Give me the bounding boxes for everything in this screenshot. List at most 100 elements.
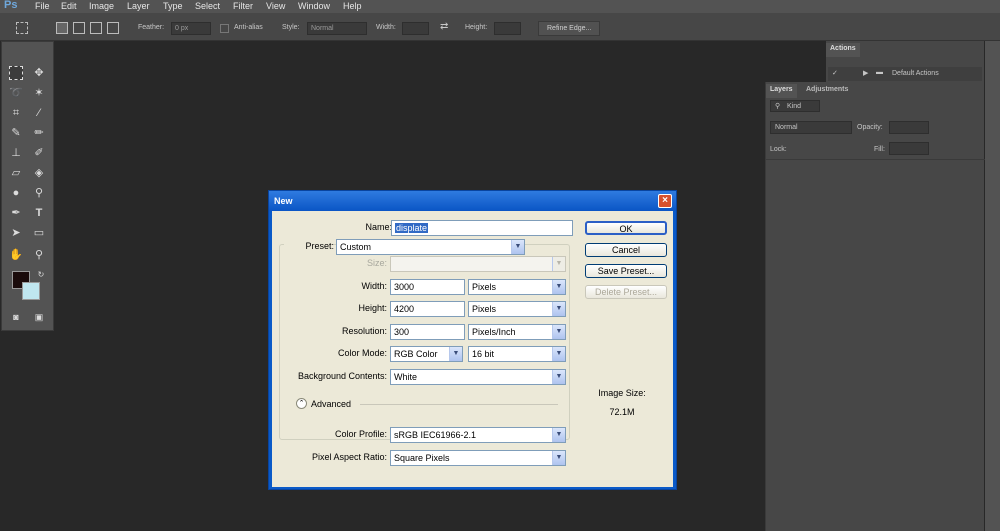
advanced-toggle-icon[interactable]: ⌃ bbox=[296, 398, 307, 409]
eyedropper-tool-icon[interactable]: ⁄ bbox=[32, 106, 46, 120]
tab-actions[interactable]: Actions bbox=[826, 43, 860, 57]
preset-label: Preset: bbox=[284, 241, 334, 251]
intersect-selection-icon[interactable] bbox=[107, 22, 119, 34]
new-selection-icon[interactable] bbox=[56, 22, 68, 34]
brush-tool-icon[interactable]: ✏ bbox=[32, 126, 46, 140]
search-icon: ⚲ bbox=[775, 103, 781, 110]
image-size-label: Image Size: bbox=[598, 388, 646, 398]
blend-mode-select[interactable]: Normal bbox=[770, 121, 852, 134]
clone-stamp-tool-icon[interactable]: ⊥ bbox=[9, 146, 23, 160]
menu-window[interactable]: Window bbox=[298, 1, 330, 11]
tab-layers[interactable]: Layers bbox=[766, 84, 797, 98]
bit-depth-select[interactable]: 16 bit ▼ bbox=[468, 346, 566, 362]
preset-select[interactable]: Custom ▼ bbox=[336, 239, 525, 255]
menu-edit[interactable]: Edit bbox=[61, 1, 77, 11]
refine-edge-button[interactable]: Refine Edge... bbox=[538, 21, 601, 36]
menu-help[interactable]: Help bbox=[343, 1, 362, 11]
expand-arrow-icon[interactable]: ▶ bbox=[863, 69, 868, 77]
style-label: Style: bbox=[282, 24, 300, 31]
menu-bar: Ps File Edit Image Layer Type Select Fil… bbox=[0, 0, 1000, 13]
swap-icon[interactable]: ⇄ bbox=[440, 21, 448, 32]
menu-view[interactable]: View bbox=[266, 1, 285, 11]
screen-mode-icon[interactable]: ▣ bbox=[32, 310, 46, 324]
height-label: Height: bbox=[358, 303, 387, 313]
pen-tool-icon[interactable]: ✒ bbox=[9, 206, 23, 220]
color-mode-value: RGB Color bbox=[394, 349, 438, 359]
resolution-unit-select[interactable]: Pixels/Inch ▼ bbox=[468, 324, 566, 340]
marquee-tool-icon[interactable] bbox=[16, 22, 28, 34]
height-input[interactable] bbox=[494, 22, 521, 35]
height-unit-select[interactable]: Pixels ▼ bbox=[468, 301, 566, 317]
cancel-button[interactable]: Cancel bbox=[585, 243, 667, 257]
magic-wand-tool-icon[interactable]: ✶ bbox=[32, 86, 46, 100]
hand-tool-icon[interactable]: ✋ bbox=[9, 248, 23, 262]
fill-input[interactable] bbox=[889, 142, 929, 155]
color-mode-label: Color Mode: bbox=[337, 348, 387, 358]
blur-tool-icon[interactable]: ● bbox=[9, 186, 23, 200]
width-label: Width: bbox=[361, 281, 387, 291]
quick-mask-icon[interactable]: ◙ bbox=[9, 310, 23, 324]
opacity-input[interactable] bbox=[889, 121, 929, 134]
pixel-aspect-ratio-select[interactable]: Square Pixels ▼ bbox=[390, 450, 566, 466]
rect-marquee-tool-icon[interactable] bbox=[9, 66, 23, 80]
style-select[interactable]: Normal bbox=[307, 22, 367, 35]
width-input[interactable] bbox=[402, 22, 429, 35]
menu-file[interactable]: File bbox=[35, 1, 50, 11]
save-preset-button[interactable]: Save Preset... bbox=[585, 264, 667, 278]
preset-groupbox bbox=[279, 244, 570, 440]
feather-label: Feather: bbox=[138, 24, 165, 31]
default-actions-row[interactable]: ✓ ▶ ▬ Default Actions bbox=[828, 67, 982, 81]
history-brush-tool-icon[interactable]: ✐ bbox=[32, 146, 46, 160]
crop-tool-icon[interactable]: ⌗ bbox=[9, 106, 23, 120]
new-document-dialog: New × Name: displate Preset: Custom ▼ Siz… bbox=[268, 190, 677, 490]
menu-image[interactable]: Image bbox=[89, 1, 114, 11]
type-tool-icon[interactable]: T bbox=[32, 206, 46, 220]
fill-label: Fill: bbox=[874, 146, 885, 153]
right-panel-strip bbox=[985, 41, 1000, 531]
actions-panel: Actions ✓ ▶ ▬ Default Actions bbox=[826, 41, 984, 82]
layers-panel: Layers Adjustments ⚲ Kind Normal Opacity… bbox=[765, 82, 985, 531]
kind-filter-select[interactable]: ⚲ Kind bbox=[770, 100, 820, 112]
image-size-value: 72.1M bbox=[609, 407, 635, 417]
menu-filter[interactable]: Filter bbox=[233, 1, 253, 11]
name-input[interactable]: displate bbox=[391, 220, 573, 236]
default-actions-label: Default Actions bbox=[892, 70, 939, 77]
rectangle-tool-icon[interactable]: ▭ bbox=[32, 226, 46, 240]
color-profile-select[interactable]: sRGB IEC61966-2.1 ▼ bbox=[390, 427, 566, 443]
width-unit-select[interactable]: Pixels ▼ bbox=[468, 279, 566, 295]
zoom-tool-icon[interactable]: ⚲ bbox=[32, 248, 46, 262]
menu-layer[interactable]: Layer bbox=[127, 1, 150, 11]
tab-adjustments[interactable]: Adjustments bbox=[802, 84, 852, 98]
advanced-label: Advanced bbox=[311, 399, 352, 409]
height-input[interactable]: 4200 bbox=[390, 301, 465, 317]
dodge-tool-icon[interactable]: ⚲ bbox=[32, 186, 46, 200]
background-color-swatch[interactable] bbox=[22, 282, 40, 300]
menu-select[interactable]: Select bbox=[195, 1, 220, 11]
add-selection-icon[interactable] bbox=[73, 22, 85, 34]
width-input[interactable]: 3000 bbox=[390, 279, 465, 295]
ok-button[interactable]: OK bbox=[585, 221, 667, 235]
antialias-checkbox[interactable] bbox=[220, 24, 229, 33]
path-selection-tool-icon[interactable]: ➤ bbox=[9, 226, 23, 240]
paint-bucket-tool-icon[interactable]: ◈ bbox=[32, 166, 46, 180]
chevron-down-icon: ▼ bbox=[552, 280, 565, 294]
background-contents-select[interactable]: White ▼ bbox=[390, 369, 566, 385]
advanced-divider bbox=[360, 404, 558, 405]
height-label: Height: bbox=[465, 24, 488, 31]
close-icon[interactable]: × bbox=[658, 194, 672, 208]
swap-colors-icon[interactable]: ↻ bbox=[34, 268, 48, 282]
folder-icon: ▬ bbox=[876, 69, 883, 76]
dialog-titlebar: New × bbox=[269, 191, 676, 211]
feather-input[interactable]: 0 px bbox=[171, 22, 211, 35]
subtract-selection-icon[interactable] bbox=[90, 22, 102, 34]
delete-preset-button: Delete Preset... bbox=[585, 285, 667, 299]
check-icon: ✓ bbox=[832, 70, 838, 77]
eraser-tool-icon[interactable]: ▱ bbox=[9, 166, 23, 180]
kind-label: Kind bbox=[787, 103, 802, 110]
resolution-input[interactable]: 300 bbox=[390, 324, 465, 340]
menu-type[interactable]: Type bbox=[163, 1, 183, 11]
color-mode-select[interactable]: RGB Color ▼ bbox=[390, 346, 463, 362]
healing-brush-tool-icon[interactable]: ✎ bbox=[9, 126, 23, 140]
move-tool-icon[interactable]: ✥ bbox=[32, 66, 46, 80]
lasso-tool-icon[interactable]: ➰ bbox=[9, 86, 23, 100]
